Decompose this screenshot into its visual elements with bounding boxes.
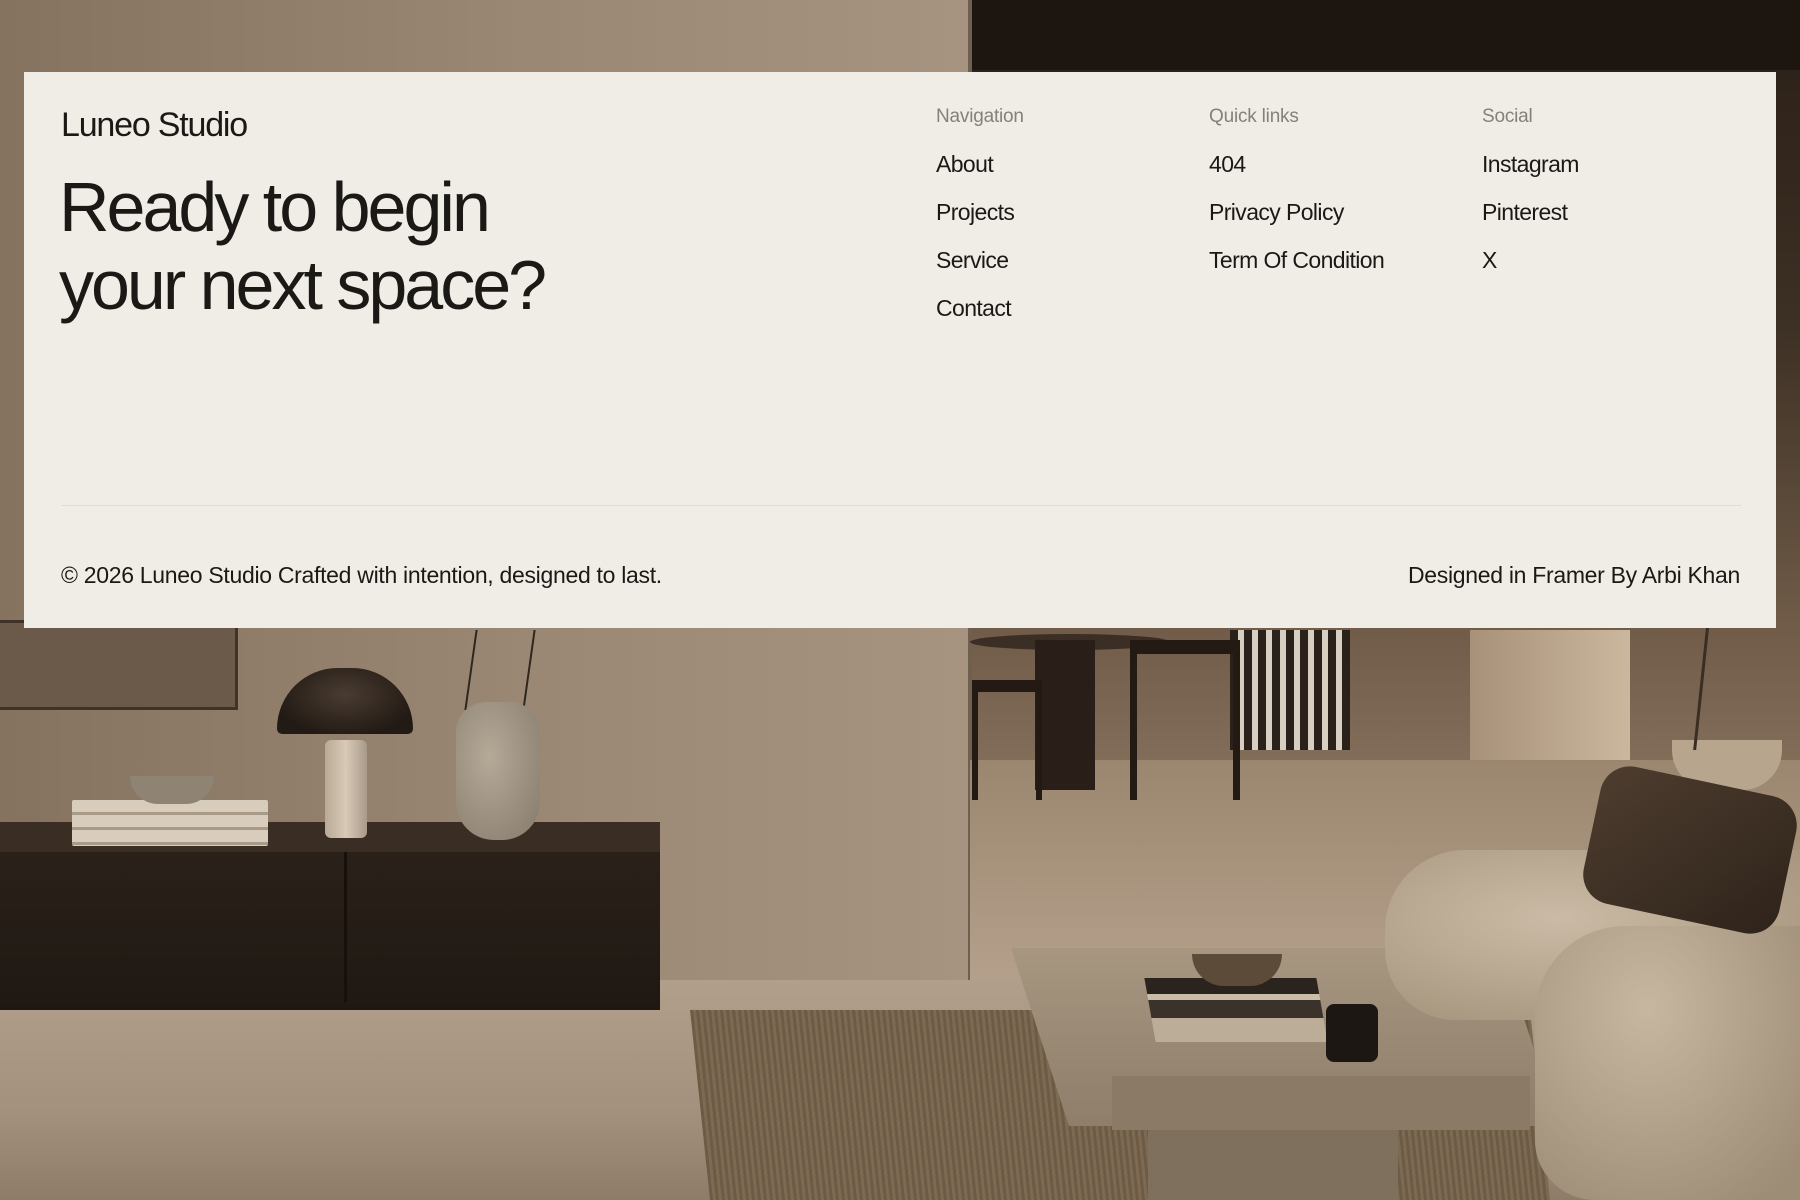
coffee-table-books	[1144, 978, 1328, 1042]
brand-logo[interactable]: Luneo Studio	[61, 106, 248, 145]
footer-card: Luneo Studio Ready to begin your next sp…	[24, 72, 1776, 628]
nav-link-projects[interactable]: Projects	[936, 200, 1024, 248]
coffee-table-base	[1148, 1130, 1398, 1200]
wall-frame	[0, 620, 238, 710]
headline-line-1: Ready to begin	[59, 168, 491, 246]
sideboard-split	[344, 852, 347, 1002]
candle-cup	[1326, 1004, 1378, 1062]
copyright-text: © 2026 Luneo Studio Crafted with intenti…	[61, 562, 662, 588]
books-stack	[72, 800, 268, 846]
vase-branches	[464, 630, 536, 710]
quick-links-column: Quick links 404 Privacy Policy Term Of C…	[1209, 106, 1385, 296]
social-link-instagram[interactable]: Instagram	[1482, 152, 1579, 200]
dining-table	[1035, 640, 1095, 790]
quick-link-404[interactable]: 404	[1209, 152, 1384, 200]
sofa-seat	[1535, 926, 1800, 1200]
nav-link-contact[interactable]: Contact	[936, 296, 1024, 344]
social-link-pinterest[interactable]: Pinterest	[1482, 200, 1579, 248]
quick-link-privacy-policy[interactable]: Privacy Policy	[1209, 200, 1384, 248]
column-title: Navigation	[936, 106, 1024, 127]
lamp-base	[325, 740, 367, 838]
navigation-column: Navigation About Projects Service Contac…	[936, 106, 1024, 344]
column-title: Social	[1482, 106, 1533, 127]
footer-headline: Ready to begin your next space?	[59, 168, 779, 324]
social-column: Social Instagram Pinterest X	[1482, 106, 1579, 296]
footer-divider	[61, 505, 1741, 506]
social-link-x[interactable]: X	[1482, 248, 1579, 296]
coffee-table-front	[1112, 1076, 1530, 1130]
nav-link-service[interactable]: Service	[936, 248, 1024, 296]
column-title: Quick links	[1209, 106, 1299, 127]
far-window	[1230, 630, 1350, 750]
dining-chair	[972, 680, 1042, 800]
nav-link-about[interactable]: About	[936, 152, 1024, 200]
vase	[456, 702, 540, 840]
dining-chair	[1130, 640, 1240, 800]
headline-line-2: your next space?	[59, 246, 547, 324]
quick-link-terms[interactable]: Term Of Condition	[1209, 248, 1385, 296]
designer-credit[interactable]: Designed in Framer By Arbi Khan	[1408, 562, 1740, 589]
ceiling	[970, 0, 1800, 70]
